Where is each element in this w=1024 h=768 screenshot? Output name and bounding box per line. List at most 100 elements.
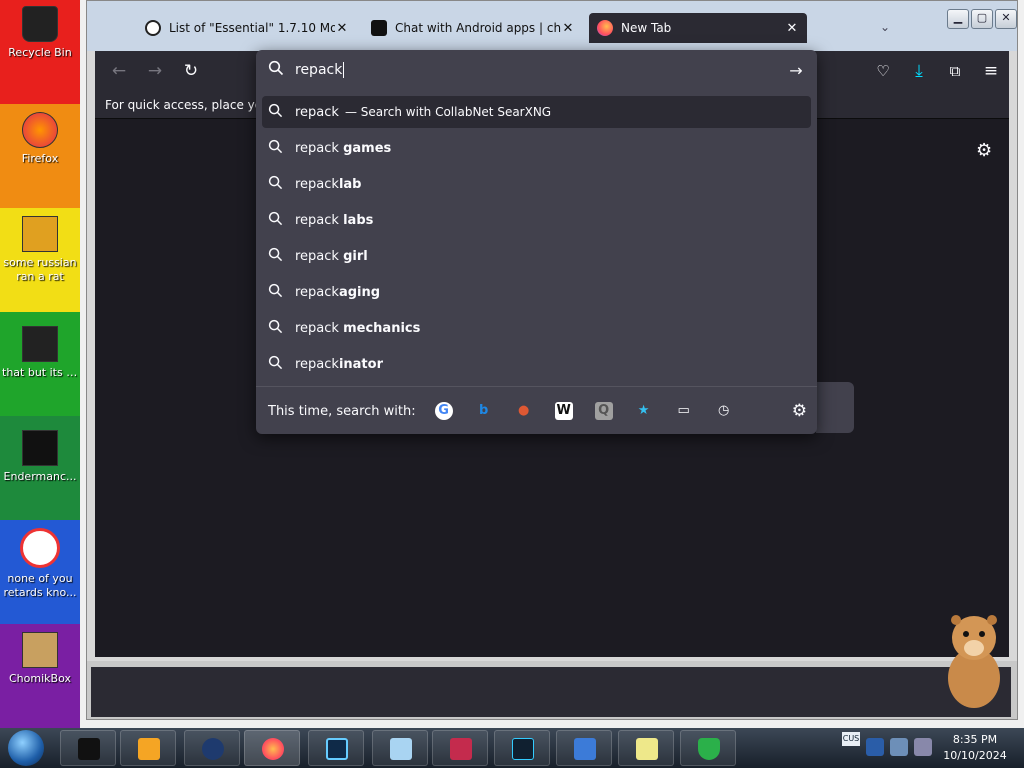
tab-title: New Tab	[621, 21, 672, 35]
suggestion-completion: aging	[338, 284, 381, 300]
desktop-icon-chomikbox[interactable]: ChomikBox	[2, 632, 78, 686]
suggestion-completion: mechanics	[343, 320, 421, 336]
taskbar-app-2[interactable]	[120, 730, 176, 766]
suggestion-item[interactable]: repack lab	[262, 168, 811, 200]
taskbar-app-11[interactable]	[680, 730, 736, 766]
suggestion-item[interactable]: repack mechanics	[262, 312, 811, 344]
suggestion-completion: labs	[343, 212, 374, 228]
minimize-button[interactable]: ▁	[947, 9, 969, 29]
volume-icon[interactable]	[914, 738, 932, 756]
network-icon[interactable]	[890, 738, 908, 756]
suggestion-text: repack	[295, 176, 339, 192]
desktop-icon-csharp[interactable]: that but its c#	[2, 326, 78, 380]
firefox-icon	[262, 738, 284, 760]
tabs-icon[interactable]: ▭	[670, 397, 698, 425]
firefox-icon	[22, 112, 58, 148]
tab-new-tab[interactable]: New Tab ✕	[589, 13, 807, 43]
customize-gear-icon[interactable]: ⚙	[976, 140, 992, 161]
desktop-icon-label: none of you retards kno...	[3, 572, 77, 599]
one-off-search-bar: This time, search with: Gb ● W Q ★ ▭ ◷ ⚙	[256, 388, 817, 434]
divider	[256, 386, 817, 387]
taskbar-firefox[interactable]	[244, 730, 300, 766]
taskbar-app-10[interactable]	[618, 730, 674, 766]
desktop-icon-recycle-bin[interactable]: Recycle Bin	[2, 6, 78, 60]
search-icon	[268, 355, 286, 374]
suggestion-item[interactable]: repack inator	[262, 348, 811, 380]
google-icon[interactable]: G	[430, 397, 458, 425]
duckduckgo-icon[interactable]: ●	[510, 397, 538, 425]
tray-app-icon[interactable]	[866, 738, 884, 756]
app-icon	[78, 738, 100, 760]
urlbar-popup: repack → repack — Search with CollabNet …	[256, 50, 817, 434]
lower-window-frame	[87, 661, 1017, 719]
clock-date: 10/10/2024	[943, 749, 1007, 762]
windows-icon	[22, 326, 58, 362]
language-indicator[interactable]: CUS	[842, 732, 860, 746]
close-tab-icon[interactable]: ✕	[561, 21, 575, 36]
search-settings-gear-icon[interactable]: ⚙	[792, 401, 807, 421]
maximize-button[interactable]: ▢	[971, 9, 993, 29]
history-icon[interactable]: ◷	[710, 397, 738, 425]
lower-pane	[91, 667, 1011, 717]
desktop-icon-enderman[interactable]: Endermanc...	[2, 430, 78, 484]
downloads-icon[interactable]: ⤓	[907, 59, 931, 83]
desktop-icon-firefox[interactable]: Firefox	[2, 112, 78, 166]
taskbar-app-6[interactable]	[372, 730, 428, 766]
extensions-icon[interactable]: ⧉	[943, 59, 967, 83]
taskbar-app-1[interactable]	[60, 730, 116, 766]
searxng-icon[interactable]: Q	[590, 397, 618, 425]
wikipedia-icon[interactable]: W	[550, 397, 578, 425]
suggestion-text: repack	[295, 284, 339, 300]
photo-app-icon	[450, 738, 472, 760]
suggestion-item[interactable]: repack — Search with CollabNet SearXNG	[262, 96, 811, 128]
desktop-icon-none-of-you[interactable]: none of you retards kno...	[2, 528, 78, 600]
forward-arrow-icon[interactable]: →	[143, 59, 167, 83]
suggestion-item[interactable]: repack aging	[262, 276, 811, 308]
search-icon	[268, 60, 286, 80]
start-button[interactable]	[8, 730, 44, 766]
taskbar-app-3[interactable]	[184, 730, 240, 766]
monitor-icon	[326, 738, 348, 760]
clock[interactable]: 8:35 PM 10/10/2024	[940, 732, 1010, 764]
close-tab-icon[interactable]: ✕	[335, 21, 349, 36]
suggestion-text: repack	[295, 356, 339, 372]
close-tab-icon[interactable]: ✕	[785, 21, 799, 36]
menu-icon[interactable]: ≡	[979, 59, 1003, 83]
bing-icon[interactable]: b	[470, 397, 498, 425]
search-icon	[268, 139, 286, 158]
reload-icon[interactable]: ↻	[179, 59, 203, 83]
suggestion-item[interactable]: repack girl	[262, 240, 811, 272]
app-icon	[20, 528, 60, 568]
bookmarks-icon[interactable]: ★	[630, 397, 658, 425]
search-engine-buttons: Gb ● W Q ★ ▭ ◷	[430, 397, 750, 425]
pocket-icon[interactable]: ♡	[871, 59, 895, 83]
close-window-button[interactable]: ✕	[995, 9, 1017, 29]
back-arrow-icon[interactable]: ←	[107, 59, 131, 83]
suggestion-item[interactable]: repack labs	[262, 204, 811, 236]
firefox-icon	[597, 20, 613, 36]
recycle-bin-icon	[22, 6, 58, 42]
desktop-icon-label: ChomikBox	[9, 672, 71, 685]
taskbar-app-5[interactable]	[308, 730, 364, 766]
desktop-icon-russian-rat[interactable]: some russian ran a rat	[2, 216, 78, 284]
url-bar[interactable]: repack →	[256, 50, 817, 90]
task-manager-icon	[512, 738, 534, 760]
search-icon	[268, 247, 286, 266]
sticky-notes-icon	[636, 738, 658, 760]
url-input[interactable]: repack	[295, 62, 342, 78]
suggestion-completion: games	[343, 140, 392, 156]
taskbar-app-9[interactable]	[556, 730, 612, 766]
suggestion-item[interactable]: repack games	[262, 132, 811, 164]
globe-icon	[202, 738, 224, 760]
tab-chat-android[interactable]: Chat with Android apps | chara ✕	[363, 13, 583, 43]
taskbar-app-8[interactable]	[494, 730, 550, 766]
taskbar: CUS 8:35 PM 10/10/2024	[0, 728, 1024, 768]
suggestion-text: repack	[295, 212, 344, 228]
desktop-icon-label: Firefox	[21, 152, 59, 165]
go-arrow-icon[interactable]: →	[781, 61, 811, 80]
tab-essential-mods[interactable]: List of "Essential" 1.7.10 Mods - ✕	[137, 13, 357, 43]
taskbar-app-7[interactable]	[432, 730, 488, 766]
search-icon	[268, 103, 286, 122]
hamster-sticker	[948, 615, 1000, 708]
list-all-tabs-icon[interactable]: ⌄	[873, 15, 897, 39]
